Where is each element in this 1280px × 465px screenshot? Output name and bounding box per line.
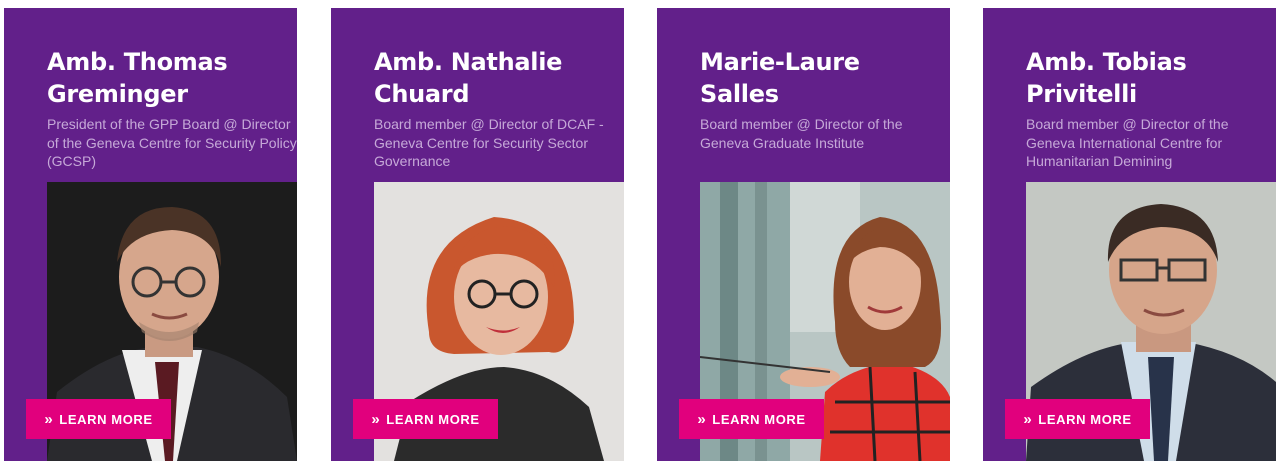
double-chevron-right-icon: » — [697, 410, 707, 428]
profile-role: Board member @ Director of DCAF - Geneva… — [374, 116, 604, 169]
double-chevron-right-icon: » — [44, 410, 54, 428]
profile-card: Amb. Thomas Greminger President of the G… — [4, 8, 297, 461]
learn-more-button[interactable]: » LEARN MORE — [26, 399, 171, 439]
profile-card: Amb. Tobias Privitelli Board member @ Di… — [983, 8, 1276, 461]
learn-more-button[interactable]: » LEARN MORE — [1005, 399, 1150, 439]
double-chevron-right-icon: » — [1023, 410, 1033, 428]
profile-role: Board member @ Director of the Geneva Gr… — [700, 116, 903, 151]
learn-more-button[interactable]: » LEARN MORE — [679, 399, 824, 439]
profile-card: Amb. Nathalie Chuard Board member @ Dire… — [331, 8, 624, 461]
profile-name: Amb. Thomas Greminger — [47, 48, 228, 108]
profile-name: Marie-Laure Salles — [700, 48, 860, 108]
learn-more-button[interactable]: » LEARN MORE — [353, 399, 498, 439]
profile-card: Marie-Laure Salles Board member @ Direct… — [657, 8, 950, 461]
profile-name: Amb. Tobias Privitelli — [1026, 48, 1187, 108]
profile-role: Board member @ Director of the Geneva In… — [1026, 116, 1229, 169]
learn-more-label: LEARN MORE — [1038, 411, 1132, 427]
double-chevron-right-icon: » — [371, 410, 381, 428]
learn-more-label: LEARN MORE — [386, 411, 480, 427]
profile-name: Amb. Nathalie Chuard — [374, 48, 563, 108]
learn-more-label: LEARN MORE — [712, 411, 806, 427]
profile-role: President of the GPP Board @ Director of… — [47, 116, 297, 169]
learn-more-label: LEARN MORE — [59, 411, 153, 427]
